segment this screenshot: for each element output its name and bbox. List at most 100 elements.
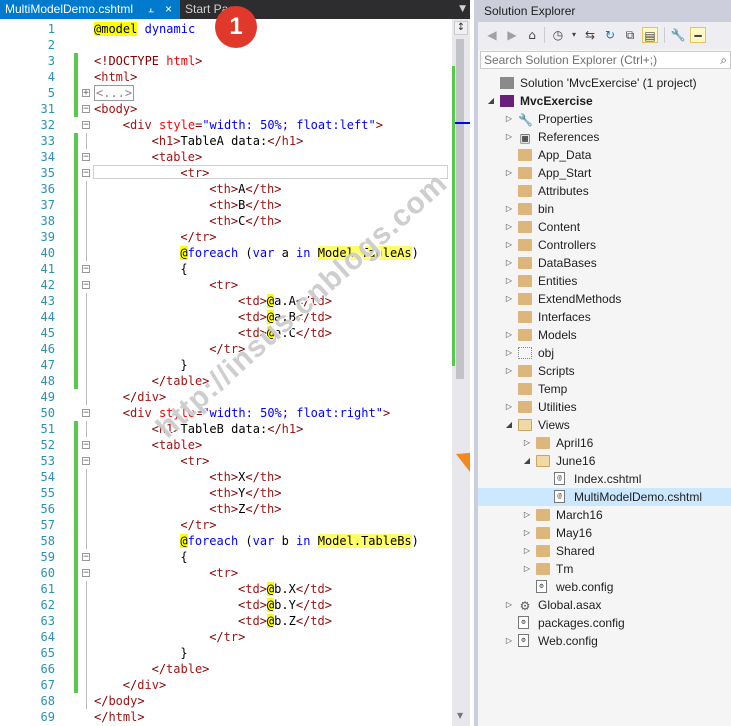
- expand-arrow-icon[interactable]: ▷: [504, 344, 514, 362]
- tree-node-extendmethods[interactable]: ▷ ExtendMethods: [478, 290, 731, 308]
- code-line[interactable]: 51 <h1>TableB data:</h1>: [0, 421, 452, 437]
- refresh-icon[interactable]: ↻: [602, 27, 618, 43]
- collapse-outline-icon[interactable]: [82, 281, 90, 289]
- code-line[interactable]: 4 <html>: [0, 69, 452, 85]
- tree-node-app-data[interactable]: App_Data: [478, 146, 731, 164]
- code-line[interactable]: 69 </html>: [0, 709, 452, 725]
- tree-node-bin[interactable]: ▷ bin: [478, 200, 731, 218]
- code-line[interactable]: 41 {: [0, 261, 452, 277]
- tree-node-may16[interactable]: ▷ May16: [478, 524, 731, 542]
- collapse-outline-icon[interactable]: [82, 553, 90, 561]
- collapse-all-icon[interactable]: ⧉: [622, 27, 638, 43]
- home-icon[interactable]: ⌂: [524, 27, 540, 43]
- collapse-outline-icon[interactable]: [82, 569, 90, 577]
- collapse-outline-icon[interactable]: [82, 105, 90, 113]
- scroll-thumb[interactable]: [456, 39, 464, 379]
- code-line[interactable]: 31 <body>: [0, 101, 452, 117]
- expand-outline-icon[interactable]: [82, 89, 90, 97]
- tree-node-references[interactable]: ▷ ▣ References: [478, 128, 731, 146]
- tree-node-solution-mvcexercise-1-project[interactable]: Solution 'MvcExercise' (1 project): [478, 74, 731, 92]
- code-line[interactable]: 67 </div>: [0, 677, 452, 693]
- expand-arrow-icon[interactable]: ▷: [522, 434, 532, 452]
- tree-node-packages-config[interactable]: ⚙ packages.config: [478, 614, 731, 632]
- expand-arrow-icon[interactable]: ▷: [504, 398, 514, 416]
- tree-node-attributes[interactable]: Attributes: [478, 182, 731, 200]
- code-line[interactable]: 34 <table>: [0, 149, 452, 165]
- tree-node-databases[interactable]: ▷ DataBases: [478, 254, 731, 272]
- code-line[interactable]: 56 <th>Z</th>: [0, 501, 452, 517]
- code-line[interactable]: 32 <div style="width: 50%; float:left">: [0, 117, 452, 133]
- tree-node-obj[interactable]: ▷ obj: [478, 344, 731, 362]
- history-icon[interactable]: ◷: [550, 27, 566, 43]
- code-line[interactable]: 66 </table>: [0, 661, 452, 677]
- pin-icon[interactable]: ⫠: [148, 0, 154, 19]
- tree-node-shared[interactable]: ▷ Shared: [478, 542, 731, 560]
- code-line[interactable]: 45 <td>@a.C</td>: [0, 325, 452, 341]
- preview-selected-icon[interactable]: ━: [690, 27, 706, 43]
- tab-multimodeldemo[interactable]: MultiModelDemo.cshtml ⫠ ×: [0, 0, 180, 19]
- tree-node-april16[interactable]: ▷ April16: [478, 434, 731, 452]
- tree-node-entities[interactable]: ▷ Entities: [478, 272, 731, 290]
- expand-arrow-icon[interactable]: ▷: [504, 326, 514, 344]
- tree-node-controllers[interactable]: ▷ Controllers: [478, 236, 731, 254]
- code-line[interactable]: 3 <!DOCTYPE html>: [0, 53, 452, 69]
- code-line[interactable]: 55 <th>Y</th>: [0, 485, 452, 501]
- code-line[interactable]: 35 <tr>: [0, 165, 452, 181]
- tree-node-tm[interactable]: ▷ Tm: [478, 560, 731, 578]
- code-line[interactable]: 44 <td>@a.B</td>: [0, 309, 452, 325]
- code-line[interactable]: 58 @foreach (var b in Model.TableBs): [0, 533, 452, 549]
- code-line[interactable]: 68 </body>: [0, 693, 452, 709]
- tree-node-web-config[interactable]: ▷ ⚙ Web.config: [478, 632, 731, 650]
- back-icon[interactable]: ◀: [484, 27, 500, 43]
- sync-icon[interactable]: ⇆: [582, 27, 598, 43]
- expand-arrow-icon[interactable]: ▷: [504, 218, 514, 236]
- expand-arrow-icon[interactable]: ▷: [504, 254, 514, 272]
- expand-arrow-icon[interactable]: ▷: [504, 200, 514, 218]
- tab-dropdown-icon[interactable]: ▼: [459, 0, 466, 19]
- tree-node-temp[interactable]: Temp: [478, 380, 731, 398]
- expand-arrow-icon[interactable]: ▷: [504, 596, 514, 614]
- code-line[interactable]: 33 <h1>TableA data:</h1>: [0, 133, 452, 149]
- collapse-outline-icon[interactable]: [82, 265, 90, 273]
- code-line[interactable]: 57 </tr>: [0, 517, 452, 533]
- code-line[interactable]: 5 <...>: [0, 85, 452, 101]
- solution-search-input[interactable]: Search Solution Explorer (Ctrl+;) ⌕: [480, 51, 731, 69]
- tree-node-interfaces[interactable]: Interfaces: [478, 308, 731, 326]
- collapse-outline-icon[interactable]: [82, 169, 90, 177]
- close-tab-icon[interactable]: ×: [165, 0, 172, 19]
- code-line[interactable]: 50<div style="width: 50%; float:right">: [0, 405, 452, 421]
- show-all-files-icon[interactable]: ▤: [642, 27, 658, 43]
- expand-arrow-icon[interactable]: ▷: [504, 128, 514, 146]
- expand-arrow-icon[interactable]: ▷: [522, 542, 532, 560]
- tree-node-properties[interactable]: ▷ 🔧 Properties: [478, 110, 731, 128]
- code-line[interactable]: 60 <tr>: [0, 565, 452, 581]
- code-line[interactable]: 54 <th>X</th>: [0, 469, 452, 485]
- code-line[interactable]: 62 <td>@b.Y</td>: [0, 597, 452, 613]
- tree-node-content[interactable]: ▷ Content: [478, 218, 731, 236]
- expand-arrow-icon[interactable]: ▷: [504, 236, 514, 254]
- tree-node-scripts[interactable]: ▷ Scripts: [478, 362, 731, 380]
- collapse-outline-icon[interactable]: [82, 153, 90, 161]
- expand-arrow-icon[interactable]: ▷: [504, 110, 514, 128]
- tree-node-utilities[interactable]: ▷ Utilities: [478, 398, 731, 416]
- expand-arrow-icon[interactable]: ▷: [504, 290, 514, 308]
- expand-arrow-icon[interactable]: ▷: [522, 560, 532, 578]
- tree-node-web-config[interactable]: ⚙ web.config: [478, 578, 731, 596]
- collapse-outline-icon[interactable]: [82, 121, 90, 129]
- expand-arrow-icon[interactable]: ▷: [522, 506, 532, 524]
- tree-node-index-cshtml[interactable]: @ Index.cshtml: [478, 470, 731, 488]
- collapse-arrow-icon[interactable]: ◢: [522, 452, 532, 470]
- code-line[interactable]: 52<table>: [0, 437, 452, 453]
- code-line[interactable]: 43 <td>@a.A</td>: [0, 293, 452, 309]
- collapse-outline-icon[interactable]: [82, 457, 90, 465]
- expand-arrow-icon[interactable]: ▷: [504, 272, 514, 290]
- code-line[interactable]: 36 <th>A</th>: [0, 181, 452, 197]
- collapse-arrow-icon[interactable]: ◢: [486, 92, 496, 110]
- code-line[interactable]: 61 <td>@b.X</td>: [0, 581, 452, 597]
- code-line[interactable]: 42 <tr>: [0, 277, 452, 293]
- code-line[interactable]: 53 <tr>: [0, 453, 452, 469]
- scroll-down-arrow-icon[interactable]: ▼: [457, 711, 463, 720]
- tree-node-views[interactable]: ◢ Views: [478, 416, 731, 434]
- code-line[interactable]: 59 {: [0, 549, 452, 565]
- expand-arrow-icon[interactable]: ▷: [522, 524, 532, 542]
